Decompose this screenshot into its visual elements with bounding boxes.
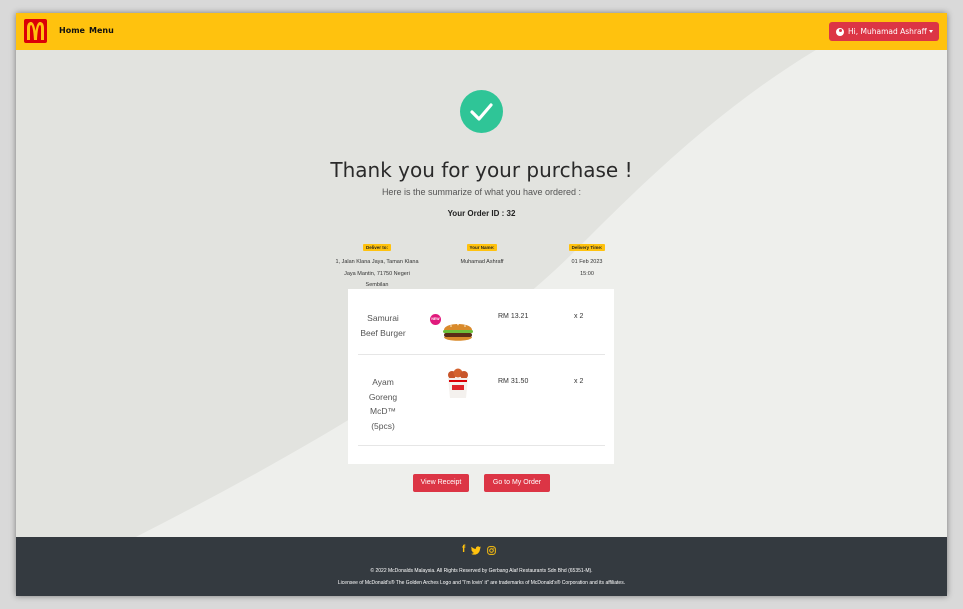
nav-home-link[interactable]: Home	[59, 26, 85, 35]
user-menu-button[interactable]: Hi, Muhamad Ashraff	[829, 22, 939, 41]
your-name-section: Your Name: Muhamad Ashraff	[454, 236, 510, 269]
delivery-time-label: Delivery Time:	[568, 244, 606, 251]
go-to-my-order-button[interactable]: Go to My Order	[484, 474, 550, 492]
your-name-value: Muhamad Ashraff	[460, 259, 504, 265]
delivery-time-section: Delivery Time: 01 Feb 2023 15:00	[564, 236, 610, 280]
item-name-line: Goreng	[368, 391, 398, 402]
check-circle-icon	[460, 90, 503, 133]
view-receipt-button[interactable]: View Receipt	[413, 474, 469, 492]
item-price: RM 13.21	[498, 313, 529, 320]
order-item-row: Samurai Beef Burger NEW RM 13.21 x 2	[358, 289, 605, 355]
page-title: Thank you for your purchase !	[330, 158, 633, 182]
item-price: RM 31.50	[498, 378, 529, 385]
social-links: f	[462, 545, 497, 555]
user-menu-label: Hi, Muhamad Ashraff	[848, 27, 927, 36]
order-id: Your Order ID : 32	[447, 209, 516, 218]
item-name: Samurai Beef Burger	[358, 311, 408, 340]
delivery-date: 01 Feb 2023	[571, 259, 603, 265]
item-quantity: x 2	[574, 378, 584, 385]
item-name-line: (5pcs)	[371, 420, 395, 431]
browser-page: Home Menu Hi, Muhamad Ashraff Thank you …	[16, 13, 947, 596]
facebook-icon[interactable]: f	[462, 545, 465, 555]
instagram-icon[interactable]	[487, 545, 497, 555]
deliver-to-section: Deliver to: 1, Jalan Klana Jaya, Taman K…	[329, 236, 425, 292]
delivery-time-value: 01 Feb 2023 15:00	[564, 257, 610, 280]
footer-copyright: © 2022 McDonalds Malaysia. All Rights Re…	[370, 568, 593, 574]
order-summary-card: Samurai Beef Burger NEW RM 13.21 x 2 Aya…	[348, 289, 614, 464]
new-badge: NEW	[430, 314, 441, 325]
item-name-line: Beef Burger	[360, 327, 406, 338]
navbar: Home Menu Hi, Muhamad Ashraff	[16, 13, 947, 50]
footer-license: Licensee of McDonald's® The Golden Arche…	[337, 580, 626, 586]
fried-chicken-bucket-icon	[448, 368, 468, 398]
item-name-line: Samurai	[367, 313, 399, 323]
item-name-line: McD™	[370, 406, 396, 416]
item-name-line: Ayam	[372, 377, 394, 387]
footer: f © 2022 McDonalds Malaysia. All Rights …	[16, 537, 947, 596]
twitter-icon[interactable]	[471, 545, 482, 555]
address-line: 1, Jalan Klana Jaya, Taman Klana	[335, 259, 419, 265]
item-quantity: x 2	[574, 313, 584, 320]
golden-arches-icon[interactable]	[24, 19, 47, 43]
nav-menu-link[interactable]: Menu	[89, 26, 114, 35]
address-line: Jaya Mantin, 71750 Negeri	[344, 270, 410, 277]
order-item-row: Ayam Goreng McD™ (5pcs) RM 31.50 x 2	[358, 355, 605, 446]
your-name-label: Your Name:	[466, 244, 498, 251]
caret-down-icon	[929, 30, 933, 33]
item-name: Ayam Goreng McD™ (5pcs)	[358, 375, 408, 433]
user-icon	[836, 27, 844, 36]
deliver-to-label: Deliver to:	[362, 244, 391, 251]
burger-icon	[443, 323, 473, 341]
delivery-hour: 15:00	[580, 270, 594, 277]
deliver-to-address: 1, Jalan Klana Jaya, Taman Klana Jaya Ma…	[329, 257, 425, 292]
page-subtitle: Here is the summarize of what you have o…	[381, 187, 582, 197]
